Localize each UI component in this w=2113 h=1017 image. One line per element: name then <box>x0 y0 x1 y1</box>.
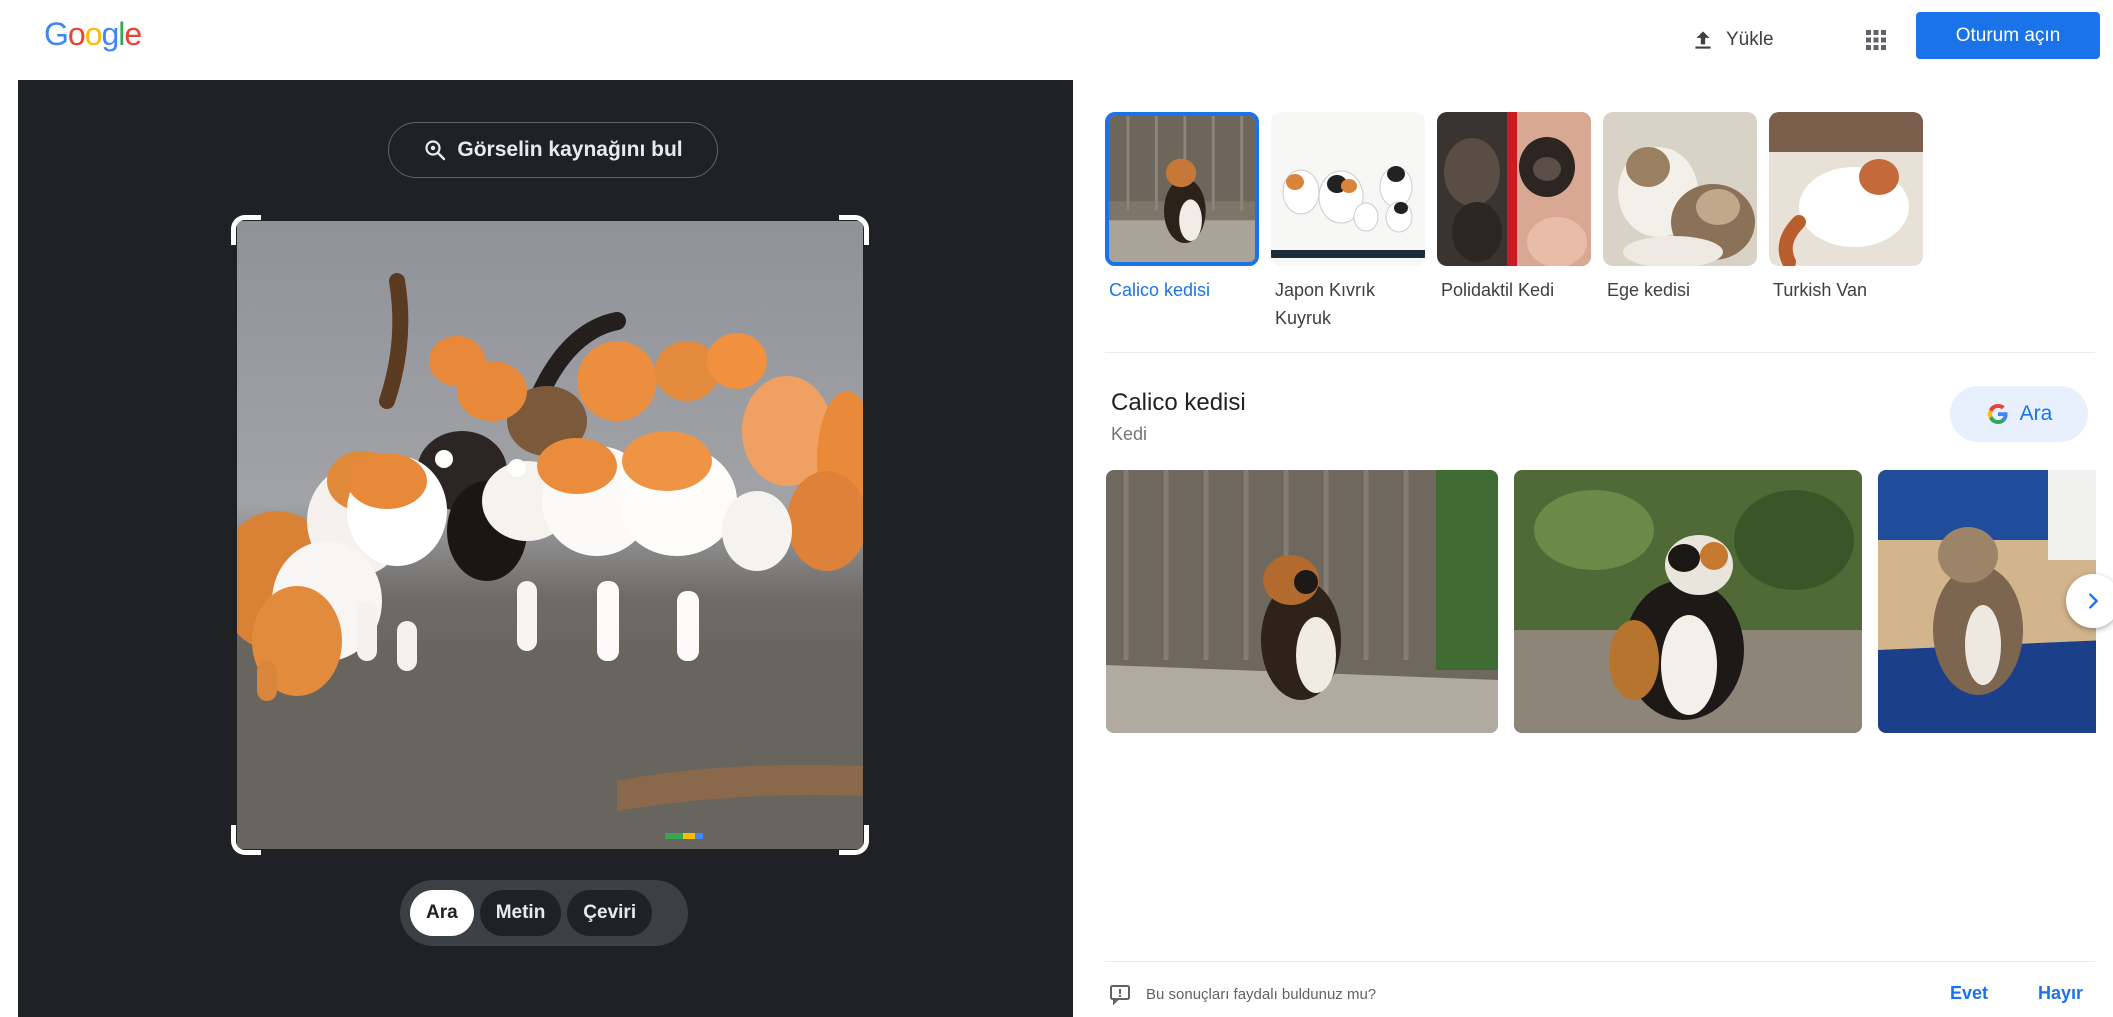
grid-icon <box>1866 30 1886 50</box>
visual-matches <box>1106 470 2096 734</box>
result-image[interactable] <box>1514 470 1862 733</box>
feedback-icon <box>1110 985 1130 1006</box>
mode-search-button[interactable]: Ara <box>410 890 474 936</box>
query-image <box>237 221 863 849</box>
related-entities: Calico kedisi Japon Kıvrık Kuyruk Polida… <box>1105 112 1923 332</box>
feedback-prompt: Bu sonuçları faydalı buldunuz mu? <box>1108 982 1376 1006</box>
google-logo[interactable]: Google <box>44 16 142 53</box>
related-entity-label: Ege kedisi <box>1607 280 1691 300</box>
chevron-right-icon <box>2089 593 2098 609</box>
google-search-button[interactable]: Ara <box>1950 386 2088 442</box>
related-entity-image <box>1603 112 1757 266</box>
mode-switcher: Ara Metin Çeviri <box>400 880 688 946</box>
google-search-label: Ara <box>2019 402 2053 425</box>
logo-letter: o <box>67 16 86 52</box>
mode-text-button[interactable]: Metin <box>479 890 562 936</box>
related-entity-image <box>1105 112 1259 266</box>
logo-letter: o <box>84 16 103 52</box>
upload-icon <box>1695 31 1711 49</box>
feedback-yes-button[interactable]: Evet <box>1950 983 1988 1004</box>
feedback-question: Bu sonuçları faydalı buldunuz mu? <box>1146 985 1377 1003</box>
crop-frame[interactable] <box>231 215 881 855</box>
mode-translate-button[interactable]: Çeviri <box>567 890 653 936</box>
feedback-no-button[interactable]: Hayır <box>2038 983 2083 1004</box>
apps-button[interactable] <box>1852 16 1900 64</box>
related-entity-label: Polidaktil Kedi <box>1441 280 1555 300</box>
related-entity-image <box>1437 112 1591 266</box>
result-image[interactable] <box>1106 470 1498 733</box>
next-results-button[interactable] <box>2066 574 2113 628</box>
divider <box>1105 352 2095 353</box>
lens-search-icon <box>425 140 446 161</box>
related-entity-image <box>1271 112 1425 266</box>
upload-label: Yükle <box>1726 29 1774 50</box>
divider <box>1105 961 2095 962</box>
related-entity-japanese-bobtail[interactable]: Japon Kıvrık Kuyruk <box>1271 112 1425 332</box>
crop-handle-top-right[interactable] <box>839 215 869 245</box>
crop-handle-bottom-left[interactable] <box>231 825 261 855</box>
find-source-label: Görselin kaynağını bul <box>457 138 683 161</box>
crop-handle-bottom-right[interactable] <box>839 825 869 855</box>
related-entity-image <box>1769 112 1923 266</box>
crop-handle-top-left[interactable] <box>231 215 261 245</box>
result-image[interactable] <box>1878 470 2096 733</box>
google-g-icon <box>1987 404 2008 424</box>
logo-letter: g <box>101 16 119 52</box>
lens-image-panel: Görselin kaynağını bul Ara Metin Çeviri <box>18 80 1073 1017</box>
upload-button[interactable]: Yükle <box>1690 18 1774 62</box>
logo-letter: G <box>44 16 69 52</box>
related-entity-label: Japon Kıvrık Kuyruk <box>1275 280 1376 328</box>
related-entity-turkish-van[interactable]: Turkish Van <box>1769 112 1923 332</box>
logo-letter: e <box>124 16 142 52</box>
signin-button[interactable]: Oturum açın <box>1916 12 2100 59</box>
entity-title: Calico kedisi <box>1111 389 1246 416</box>
related-entity-aegean[interactable]: Ege kedisi <box>1603 112 1757 332</box>
related-entity-label: Turkish Van <box>1773 280 1868 300</box>
entity-subtitle: Kedi <box>1111 424 1148 444</box>
related-entity-polydactyl[interactable]: Polidaktil Kedi <box>1437 112 1591 332</box>
find-source-button[interactable]: Görselin kaynağını bul <box>388 122 718 178</box>
related-entity-calico[interactable]: Calico kedisi <box>1105 112 1259 332</box>
header: Google Yükle Oturum açın <box>0 0 2113 80</box>
related-entity-label: Calico kedisi <box>1109 280 1211 300</box>
